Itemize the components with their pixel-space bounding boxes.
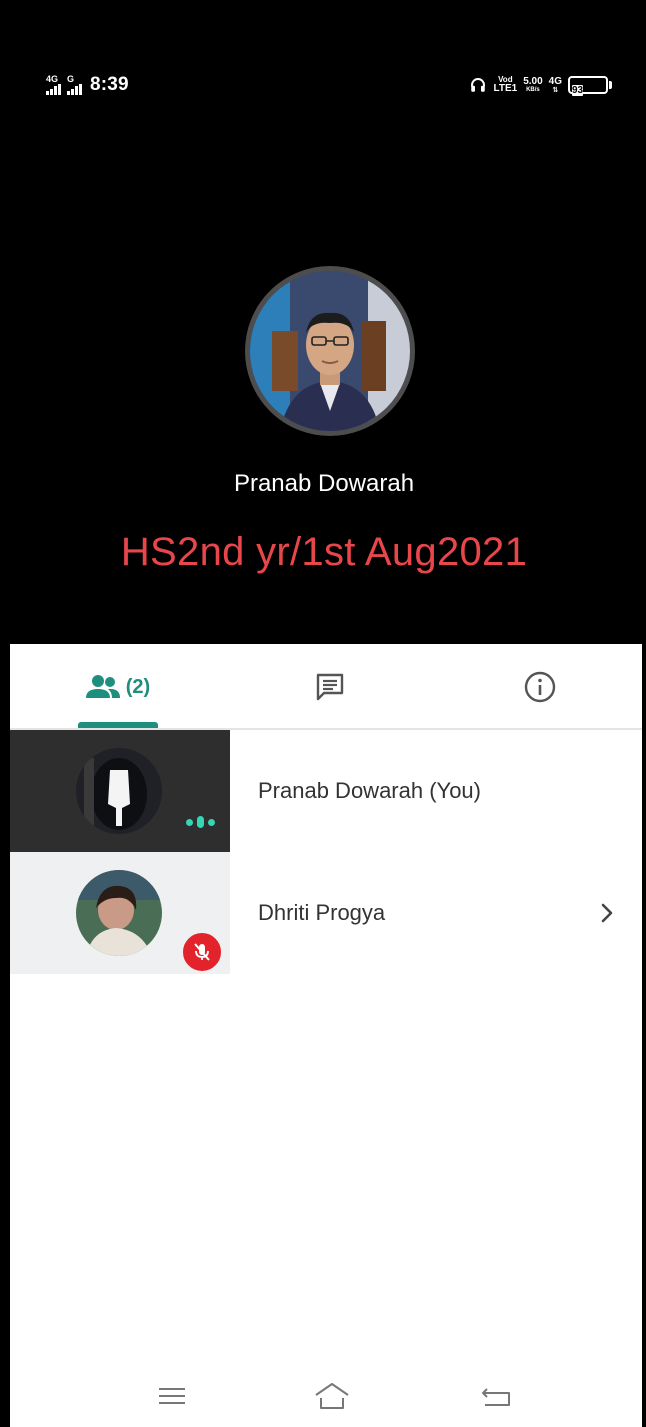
- headphones-icon: [471, 78, 486, 92]
- participant-name: Pranab Dowarah (You): [258, 778, 481, 803]
- participant-count: (2): [125, 675, 151, 698]
- sim2-network-type: G: [67, 74, 75, 84]
- participant-name: Dhriti Progya: [258, 900, 386, 925]
- home-icon[interactable]: [312, 1380, 352, 1412]
- people-icon: [85, 675, 120, 698]
- menu-icon[interactable]: [152, 1380, 192, 1412]
- battery-icon: 93: [568, 76, 612, 96]
- volte-indicator: Vod LTE1: [493, 76, 517, 94]
- participant-photo: [76, 870, 162, 956]
- mobile-data-icon: 4G ⇅: [548, 75, 562, 94]
- volte-label-bottom: LTE1: [493, 83, 518, 94]
- participant-avatar: [76, 870, 162, 956]
- network-speed: 5.00 KB/s: [523, 75, 543, 94]
- tab-people[interactable]: (2): [68, 644, 168, 730]
- navigation-bar: [10, 1374, 642, 1427]
- sim2-signal-icon: G: [67, 75, 82, 95]
- status-bar: 4G G 8:39 Vod LTE1 5.00 KB/s 4G ⇅ 93: [8, 68, 640, 108]
- participant-row-self[interactable]: Pranab Dowarah (You): [10, 730, 642, 852]
- host-name: Pranab Dowarah: [233, 470, 415, 497]
- host-photo: [250, 271, 410, 431]
- info-icon: [524, 671, 556, 703]
- back-icon[interactable]: [476, 1380, 516, 1412]
- active-tab-indicator: [78, 722, 158, 728]
- participants-panel: (2) Pranab Dowarah (You) Dhriti Progya: [10, 644, 642, 1427]
- speaking-indicator: [186, 816, 215, 828]
- chat-icon: [316, 673, 344, 701]
- tab-chat[interactable]: [290, 644, 370, 730]
- screen-edge: [0, 0, 10, 1427]
- clock: 8:39: [90, 74, 129, 95]
- status-bar-left: 4G G 8:39: [46, 74, 129, 96]
- muted-badge: [180, 930, 224, 974]
- data-network-type: 4G: [548, 75, 562, 87]
- participant-tile: [10, 730, 230, 852]
- status-bar-right: Vod LTE1 5.00 KB/s 4G ⇅ 93: [469, 75, 612, 96]
- participant-row[interactable]: Dhriti Progya: [10, 852, 642, 974]
- participant-tile: [10, 852, 230, 974]
- meeting-title: HS2nd yr/1st Aug2021: [120, 530, 528, 574]
- speed-unit: KB/s: [526, 86, 540, 93]
- battery-level: 93: [572, 85, 584, 96]
- chevron-right-icon[interactable]: [590, 896, 624, 930]
- speed-value: 5.00: [523, 75, 543, 87]
- sim1-signal-icon: 4G: [46, 75, 61, 95]
- participant-photo: [76, 748, 162, 834]
- mic-off-icon: [194, 943, 210, 961]
- sim1-network-type: 4G: [46, 74, 59, 84]
- panel-tabs: (2): [10, 644, 642, 730]
- tab-info[interactable]: [505, 644, 575, 730]
- participant-avatar: [76, 748, 162, 834]
- video-stage: 4G G 8:39 Vod LTE1 5.00 KB/s 4G ⇅ 93 Pra…: [8, 8, 640, 644]
- meeting-screen: 4G G 8:39 Vod LTE1 5.00 KB/s 4G ⇅ 93 Pra…: [0, 0, 646, 1427]
- host-avatar: [245, 266, 415, 436]
